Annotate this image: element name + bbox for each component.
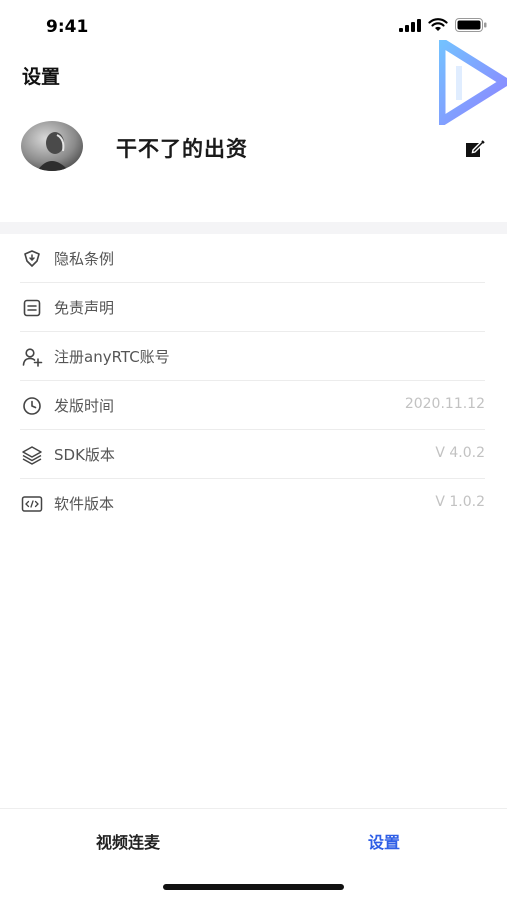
menu-item-register[interactable]: 注册anyRTC账号: [0, 332, 507, 381]
menu-item-sdk-version[interactable]: SDK版本 V 4.0.2: [0, 430, 507, 479]
menu-value: V 1.0.2: [435, 494, 485, 510]
profile-card[interactable]: 干不了的出资: [0, 115, 507, 185]
edit-icon[interactable]: [464, 137, 486, 159]
menu-value: V 4.0.2: [435, 445, 485, 461]
menu-item-disclaimer[interactable]: 免责声明: [0, 283, 507, 332]
tab-settings[interactable]: 设置: [368, 829, 400, 853]
battery-icon: [455, 18, 487, 32]
settings-menu: 隐私条例 免责声明 注册anyRTC账号 发版时间 2020.11.12 SDK…: [0, 234, 507, 528]
home-indicator: [163, 884, 344, 890]
brand-logo: [439, 40, 507, 125]
menu-item-release-date[interactable]: 发版时间 2020.11.12: [0, 381, 507, 430]
menu-value: 2020.11.12: [404, 396, 485, 412]
layers-icon: [22, 446, 42, 465]
menu-label: 免责声明: [54, 299, 115, 317]
status-bar: 9:41: [0, 0, 507, 50]
tab-video-call[interactable]: 视频连麦: [96, 829, 160, 853]
menu-label: 软件版本: [54, 495, 115, 513]
page-title: 设置: [22, 66, 61, 88]
status-icons: [399, 18, 487, 32]
tab-bar: 视频连麦 设置: [0, 808, 507, 869]
menu-label: SDK版本: [54, 446, 115, 464]
cellular-signal-icon: [399, 18, 421, 32]
avatar[interactable]: [21, 121, 83, 171]
section-divider: [0, 222, 507, 234]
menu-label: 隐私条例: [54, 250, 115, 268]
document-icon: [23, 299, 41, 317]
add-user-icon: [22, 348, 43, 367]
menu-item-privacy[interactable]: 隐私条例: [0, 234, 507, 283]
shield-icon: [24, 250, 40, 267]
menu-label: 发版时间: [54, 397, 115, 415]
clock-icon: [23, 397, 41, 415]
status-time: 9:41: [46, 17, 89, 37]
wifi-icon: [428, 18, 448, 31]
menu-item-app-version[interactable]: 软件版本 V 1.0.2: [0, 479, 507, 528]
avatar-image: [21, 121, 83, 171]
code-icon: [21, 496, 43, 512]
username: 干不了的出资: [116, 137, 248, 161]
menu-label: 注册anyRTC账号: [54, 348, 170, 366]
